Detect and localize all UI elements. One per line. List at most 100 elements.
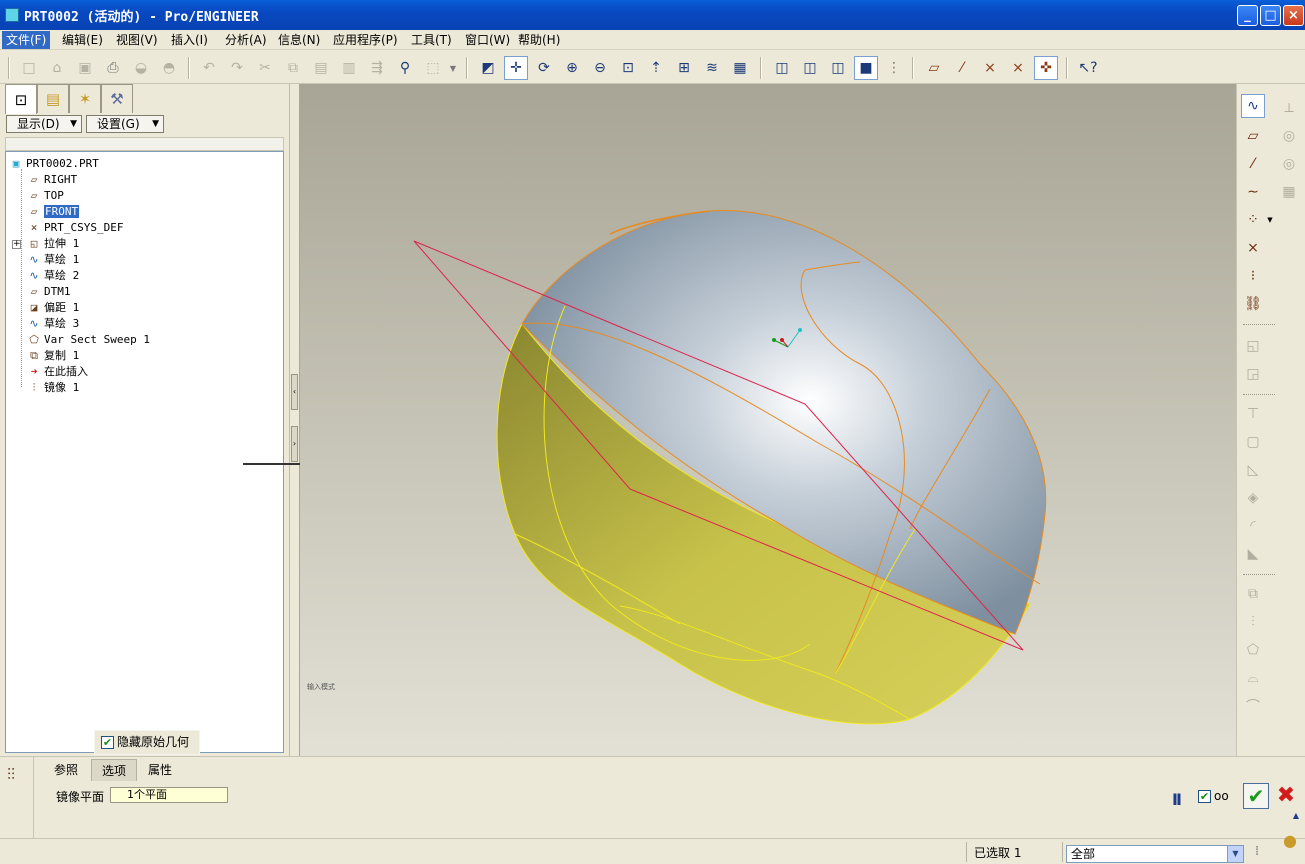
tab-options[interactable]: 选项	[91, 759, 138, 781]
select-box-icon[interactable]: ⬚	[421, 56, 445, 80]
model-tree-toggle-icon[interactable]: ⋮	[882, 56, 906, 80]
draft-tool-icon[interactable]: ◺	[1241, 458, 1265, 482]
point-tool-icon[interactable]: ⁘	[1241, 208, 1265, 232]
tree-node[interactable]: ➜ 在此插入	[26, 364, 88, 380]
tree-node[interactable]: ⧉ 复制 1	[26, 348, 79, 364]
chamfer-tool-icon[interactable]: ◣	[1241, 542, 1265, 566]
tree-node[interactable]: ⨯ PRT_CSYS_DEF	[26, 220, 124, 236]
shell-tool-icon[interactable]: ▢	[1241, 430, 1265, 454]
curve-tool-icon[interactable]: ∼	[1241, 180, 1265, 204]
new-icon[interactable]: □	[17, 56, 41, 80]
save-icon[interactable]: ▣	[73, 56, 97, 80]
mirror-plane-collector[interactable]: 1个平面	[110, 787, 228, 803]
zoom-out-icon[interactable]: ⊖	[588, 56, 612, 80]
spin-center-icon[interactable]: ✛	[504, 56, 528, 80]
offset-tool-icon[interactable]: ◎	[1277, 152, 1301, 176]
pause-button[interactable]: II	[1172, 790, 1182, 809]
blend-tool-icon[interactable]: ◎	[1277, 124, 1301, 148]
settings-dropdown[interactable]: 设置(G) ▼	[86, 115, 164, 133]
menu-info[interactable]: 信息(N)	[274, 31, 324, 49]
minimize-button[interactable]: _	[1237, 5, 1258, 26]
print-icon[interactable]: ⎙	[101, 56, 125, 80]
tab-references[interactable]: 参照	[44, 759, 88, 781]
coordinate-systems-icon[interactable]: ⨯	[1006, 56, 1030, 80]
menu-help[interactable]: 帮助(H)	[514, 31, 564, 49]
expand-right-icon[interactable]: ›	[291, 426, 298, 462]
tree-node[interactable]: ▣ PRT0002.PRT	[8, 156, 99, 172]
revolve-tool-icon[interactable]: ◲	[1241, 362, 1265, 386]
undo-icon[interactable]: ↶	[197, 56, 221, 80]
menu-window[interactable]: 窗口(W)	[461, 31, 514, 49]
hidden-line-icon[interactable]: ◫	[798, 56, 822, 80]
mirror-tool-icon[interactable]: ⫶	[1241, 610, 1265, 634]
maximize-button[interactable]: □	[1260, 5, 1281, 26]
tab-connections[interactable]: ⚒	[101, 84, 133, 113]
paste-icon[interactable]: ▤	[309, 56, 333, 80]
copy-tool-icon[interactable]: ⧉	[1241, 582, 1265, 606]
chevron-down-icon[interactable]: ▼	[1227, 846, 1243, 862]
paste-special-icon[interactable]: ▥	[337, 56, 361, 80]
menu-edit[interactable]: 编辑(E)	[58, 31, 107, 49]
open-icon[interactable]: ⌂	[45, 56, 69, 80]
axis-tool-icon[interactable]: ⁄	[1241, 152, 1265, 176]
orient-icon[interactable]: ⟳	[532, 56, 556, 80]
send-icon[interactable]: ◒	[129, 56, 153, 80]
selection-filter[interactable]: 全部 ▼	[1066, 845, 1244, 863]
saved-views-icon[interactable]: ⊞	[672, 56, 696, 80]
shading-icon[interactable]: ■	[854, 56, 878, 80]
merge-tool-icon[interactable]: ⬠	[1241, 638, 1265, 662]
no-hidden-icon[interactable]: ◫	[826, 56, 850, 80]
tree-node[interactable]: ▱ FRONT	[26, 204, 80, 220]
tree-node[interactable]: ⬠ Var Sect Sweep 1	[26, 332, 150, 348]
preview-checkbox[interactable]: ✔	[1198, 790, 1211, 803]
tree-node[interactable]: ▱ TOP	[26, 188, 64, 204]
show-dropdown[interactable]: 显示(D) ▼	[6, 115, 82, 133]
tree-node[interactable]: ▱ DTM1	[26, 284, 71, 300]
tree-node[interactable]: ∿ 草绘 1	[26, 252, 79, 268]
hide-original-checkbox[interactable]: ✔	[101, 736, 114, 749]
copy-icon[interactable]: ⧉	[281, 56, 305, 80]
hole-tool-icon[interactable]: ◈	[1241, 486, 1265, 510]
collapse-left-icon[interactable]: ‹	[291, 374, 298, 410]
spin-center-toggle-icon[interactable]: ✜	[1034, 56, 1058, 80]
point-dropdown-icon[interactable]: ▼	[1265, 208, 1275, 232]
close-button[interactable]: ×	[1283, 5, 1304, 26]
tab-folder-browser[interactable]: ▤	[37, 84, 69, 113]
menu-file[interactable]: 文件(F)	[2, 31, 51, 49]
panel-splitter[interactable]: ‹ ›	[289, 84, 300, 756]
tree-node[interactable]: ◱ 拉伸 1	[26, 236, 80, 252]
find-icon[interactable]: ⚲	[393, 56, 417, 80]
tree-node[interactable]: ∿ 草绘 3	[26, 316, 79, 332]
menu-analysis[interactable]: 分析(A)	[221, 31, 271, 49]
expand-icon[interactable]: +	[12, 240, 21, 249]
cut-icon[interactable]: ✂	[253, 56, 277, 80]
view-manager-icon[interactable]: ▦	[728, 56, 752, 80]
extend-tool-icon[interactable]: ⌒	[1241, 694, 1265, 718]
menu-view[interactable]: 视图(V)	[112, 31, 162, 49]
dropdown-icon[interactable]: ▼	[447, 56, 459, 80]
menu-applications[interactable]: 应用程序(P)	[329, 31, 402, 49]
tree-node[interactable]: ◪ 偏距 1	[26, 300, 80, 316]
sweep-tool-icon[interactable]: ⟂	[1277, 96, 1301, 120]
tree-node[interactable]: ⫶ 镜像 1	[26, 380, 80, 396]
datum-planes-icon[interactable]: ▱	[922, 56, 946, 80]
model-canvas[interactable]	[300, 84, 1236, 756]
round-tool-icon[interactable]: ◜	[1241, 514, 1265, 538]
wireframe-icon[interactable]: ◫	[770, 56, 794, 80]
tab-favorites[interactable]: ✶	[69, 84, 101, 113]
tree-node[interactable]: ▱ RIGHT	[26, 172, 77, 188]
assistant-icon[interactable]: ●	[1283, 831, 1305, 853]
refit-icon[interactable]: ⊡	[616, 56, 640, 80]
trim-tool-icon[interactable]: ⌓	[1241, 666, 1265, 690]
zoom-in-icon[interactable]: ⊕	[560, 56, 584, 80]
menu-insert[interactable]: 插入(I)	[167, 31, 212, 49]
extrude-tool-icon[interactable]: ◱	[1241, 334, 1265, 358]
graphics-window[interactable]: 输入模式	[300, 84, 1236, 756]
menu-tools[interactable]: 工具(T)	[407, 31, 456, 49]
hide-original-geometry-option[interactable]: ✔ 隐藏原始几何	[94, 730, 200, 755]
csys-tool-icon[interactable]: ⨯	[1241, 236, 1265, 260]
tab-model-tree[interactable]: ⊡	[5, 84, 37, 114]
tree-node[interactable]: ∿ 草绘 2	[26, 268, 79, 284]
chain-tool-icon[interactable]: ⛓	[1241, 292, 1265, 316]
datum-axes-icon[interactable]: ⁄	[950, 56, 974, 80]
